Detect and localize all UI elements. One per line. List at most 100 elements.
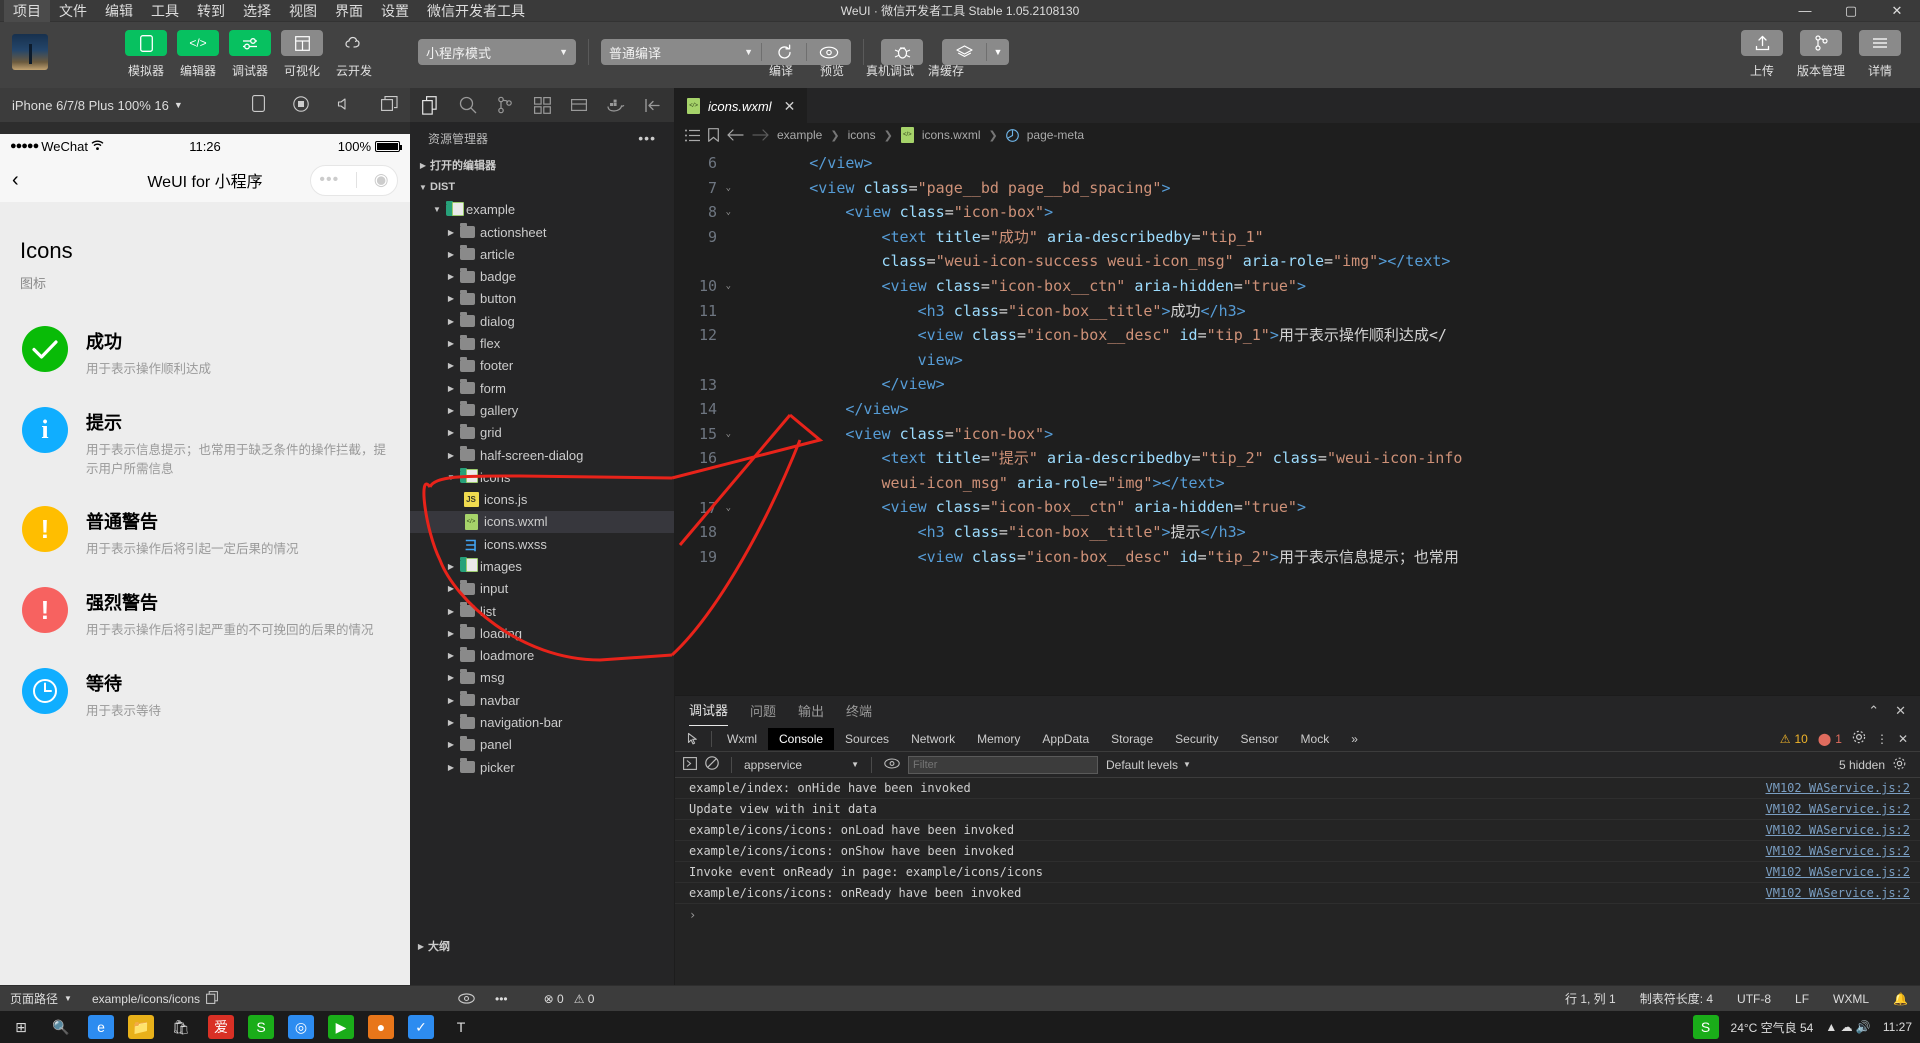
- record-icon[interactable]: [293, 95, 309, 115]
- code-line[interactable]: view>: [737, 348, 1920, 373]
- log-source[interactable]: VM102 WAService.js:2: [1766, 865, 1911, 879]
- code-line[interactable]: </view>: [737, 151, 1920, 176]
- tab-output[interactable]: 输出: [798, 697, 824, 726]
- tree-section-open-editors[interactable]: ▶ 打开的编辑器: [410, 154, 674, 176]
- tree-item-images[interactable]: ▶ images: [410, 555, 674, 577]
- menu-item-select[interactable]: 选择: [234, 0, 280, 22]
- log-row[interactable]: example/icons/icons: onReady have been i…: [675, 883, 1920, 904]
- tab-size[interactable]: 制表符长度: 4: [1628, 990, 1725, 1007]
- compile-button[interactable]: [762, 44, 806, 61]
- code-line[interactable]: </view>: [737, 372, 1920, 397]
- code-editor[interactable]: 6 7 ⌄ 8 ⌄ 9 10 ⌄ 11 12 13 14 15 ⌄ 16 17 ⌄ 18 19 </view> <v…: [675, 147, 1920, 695]
- fold-chevron-icon[interactable]: ⌄: [723, 207, 731, 217]
- cloud-toggle-button[interactable]: 云开发: [333, 30, 375, 79]
- code-line[interactable]: <view class="icon-box__ctn" aria-hidden=…: [737, 274, 1920, 299]
- search-icon[interactable]: [451, 88, 486, 122]
- collapse-icon[interactable]: [635, 88, 670, 122]
- log-row[interactable]: Update view with init data VM102 WAServi…: [675, 799, 1920, 820]
- clear-console-icon[interactable]: [705, 756, 719, 773]
- details-button[interactable]: 详情: [1859, 30, 1901, 79]
- mode-select[interactable]: 小程序模式 ▼: [418, 39, 576, 65]
- minimize-icon[interactable]: —: [1782, 0, 1828, 22]
- editor-tab-icons-wxml[interactable]: icons.wxml ✕: [675, 88, 808, 123]
- bookmark-icon[interactable]: [708, 128, 719, 142]
- menu-item-devtools[interactable]: 微信开发者工具: [418, 0, 534, 22]
- devtools-tab-appdata[interactable]: AppData: [1031, 728, 1100, 750]
- code-line[interactable]: </view>: [737, 397, 1920, 422]
- simulator-toggle-button[interactable]: 模拟器: [125, 30, 167, 79]
- fold-chevron-icon[interactable]: ⌄: [723, 183, 731, 193]
- devtools-tab-more-icon[interactable]: »: [1340, 728, 1369, 750]
- devtools-tab-console[interactable]: Console: [768, 727, 835, 750]
- close-icon[interactable]: ✕: [784, 98, 796, 115]
- menu-item-goto[interactable]: 转到: [188, 0, 234, 22]
- upload-button[interactable]: 上传: [1741, 30, 1783, 79]
- outline-list-icon[interactable]: [685, 129, 700, 142]
- tree-item-half-screen-dialog[interactable]: ▶ half-screen-dialog: [410, 444, 674, 466]
- tree-item-form[interactable]: ▶ form: [410, 377, 674, 399]
- window-icon[interactable]: [381, 96, 398, 114]
- extensions-icon[interactable]: [525, 88, 560, 122]
- console-prompt[interactable]: ›: [675, 904, 1920, 925]
- tree-item-button[interactable]: ▶ button: [410, 288, 674, 310]
- search-icon[interactable]: 🔍: [48, 1015, 74, 1039]
- explorer-more-icon[interactable]: •••: [638, 130, 656, 146]
- tree-item-dialog[interactable]: ▶ dialog: [410, 310, 674, 332]
- tree-item-article[interactable]: ▶ article: [410, 243, 674, 265]
- wechat-devtools-icon[interactable]: ▶: [328, 1015, 354, 1039]
- preview-button[interactable]: [807, 46, 851, 59]
- devtools-tab-network[interactable]: Network: [900, 728, 966, 750]
- code-line[interactable]: <text title="提示" aria-describedby="tip_2…: [737, 446, 1920, 471]
- warning-badge[interactable]: ⚠ 10: [1780, 732, 1808, 746]
- weather-info[interactable]: 24°C 空气良 54: [1731, 1019, 1814, 1036]
- code-line[interactable]: class="weui-icon-success weui-icon_msg" …: [737, 249, 1920, 274]
- chrome-icon[interactable]: ◎: [288, 1015, 314, 1039]
- tab-terminal[interactable]: 终端: [846, 697, 872, 726]
- code-line[interactable]: <h3 class="icon-box__title">成功</h3>: [737, 299, 1920, 324]
- app-green-icon[interactable]: S: [248, 1015, 274, 1039]
- log-levels-select[interactable]: Default levels ▼: [1106, 758, 1191, 772]
- volume-icon[interactable]: [337, 97, 353, 114]
- clear-cache-dropdown[interactable]: ▼: [987, 47, 1009, 57]
- tree-item-input[interactable]: ▶ input: [410, 578, 674, 600]
- visualization-toggle-button[interactable]: 可视化: [281, 30, 323, 79]
- code-line[interactable]: <h3 class="icon-box__title">提示</h3>: [737, 520, 1920, 545]
- log-row[interactable]: example/icons/icons: onShow have been in…: [675, 841, 1920, 862]
- devtools-close-icon[interactable]: ✕: [1898, 732, 1908, 746]
- menu-item-file[interactable]: 文件: [50, 0, 96, 22]
- tree-item-grid[interactable]: ▶ grid: [410, 422, 674, 444]
- settings-gear-icon[interactable]: [1852, 730, 1866, 747]
- current-page-path[interactable]: example/icons/icons: [82, 986, 228, 1012]
- execute-icon[interactable]: [683, 756, 697, 773]
- line-ending[interactable]: LF: [1783, 992, 1821, 1006]
- tree-section-dist[interactable]: ▼ DIST: [410, 176, 674, 198]
- log-source[interactable]: VM102 WAService.js:2: [1766, 802, 1911, 816]
- log-source[interactable]: VM102 WAService.js:2: [1766, 781, 1911, 795]
- store-icon[interactable]: 🛍: [168, 1015, 194, 1039]
- outline-section[interactable]: ▶ 大纲: [410, 933, 674, 959]
- menu-bar[interactable]: 项目 文件 编辑 工具 转到 选择 视图 界面 设置 微信开发者工具: [0, 0, 534, 22]
- close-icon[interactable]: ✕: [1895, 703, 1906, 719]
- source-control-icon[interactable]: [488, 88, 523, 122]
- code-line[interactable]: <view class="page__bd page__bd_spacing">: [737, 176, 1920, 201]
- chevron-up-icon[interactable]: ⌃: [1868, 703, 1879, 719]
- devtools-tab-wxml[interactable]: Wxml: [716, 728, 768, 750]
- tree-item-picker[interactable]: ▶ picker: [410, 756, 674, 778]
- cursor-position[interactable]: 行 1, 列 1: [1553, 990, 1628, 1007]
- version-control-button[interactable]: 版本管理: [1793, 30, 1849, 79]
- file-tree[interactable]: ▶ 打开的编辑器 ▼ DIST ▼ example ▶ actionsheet: [410, 154, 674, 933]
- tray-icons[interactable]: ▲ ☁ 🔊: [1825, 1020, 1871, 1034]
- menu-item-view[interactable]: 视图: [280, 0, 326, 22]
- app-red-icon[interactable]: 爱: [208, 1015, 234, 1039]
- tree-item-flex[interactable]: ▶ flex: [410, 332, 674, 354]
- tree-item-icons[interactable]: ▼ icons: [410, 466, 674, 488]
- more-icon[interactable]: •••: [319, 172, 339, 188]
- devtools-tab-security[interactable]: Security: [1164, 728, 1229, 750]
- code-line[interactable]: <view class="icon-box__desc" id="tip_2">…: [737, 545, 1920, 570]
- debugger-toggle-button[interactable]: 调试器: [229, 30, 271, 79]
- tree-item-loadmore[interactable]: ▶ loadmore: [410, 645, 674, 667]
- tab-debugger[interactable]: 调试器: [689, 696, 729, 726]
- capsule-button[interactable]: ••• ◉: [310, 164, 398, 196]
- inspect-element-icon[interactable]: [681, 732, 707, 746]
- bell-icon[interactable]: 🔔: [1881, 992, 1920, 1006]
